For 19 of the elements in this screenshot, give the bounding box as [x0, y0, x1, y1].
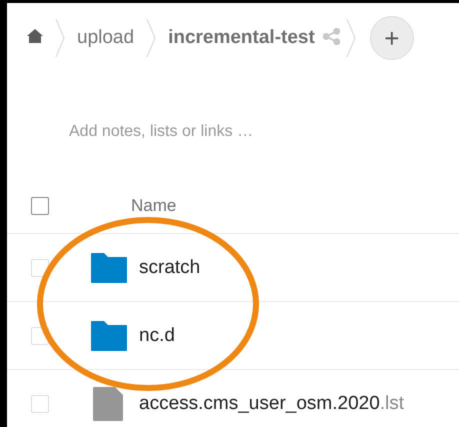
home-icon[interactable]	[27, 29, 43, 43]
column-header[interactable]: Name	[131, 196, 176, 216]
file-name[interactable]: access.cms_user_osm.2020.lst	[139, 392, 404, 414]
file-name[interactable]: scratch	[139, 256, 200, 278]
row-checkbox[interactable]	[31, 326, 49, 344]
folder-icon	[91, 252, 127, 282]
chevron-icon	[55, 18, 65, 58]
folder-icon	[91, 320, 127, 350]
chevron-icon	[346, 18, 356, 58]
file-name[interactable]: nc.d	[139, 324, 175, 346]
row-checkbox[interactable]	[31, 394, 49, 412]
file-icon	[93, 386, 123, 420]
chevron-icon	[146, 18, 156, 58]
breadcrumb-link[interactable]: upload	[77, 27, 134, 49]
row-checkbox[interactable]	[31, 258, 49, 276]
select-all-checkbox[interactable]	[31, 197, 49, 215]
new-button[interactable]: +	[370, 16, 414, 60]
breadcrumb-link[interactable]: incremental-test	[168, 27, 315, 49]
share-icon[interactable]	[322, 28, 340, 44]
